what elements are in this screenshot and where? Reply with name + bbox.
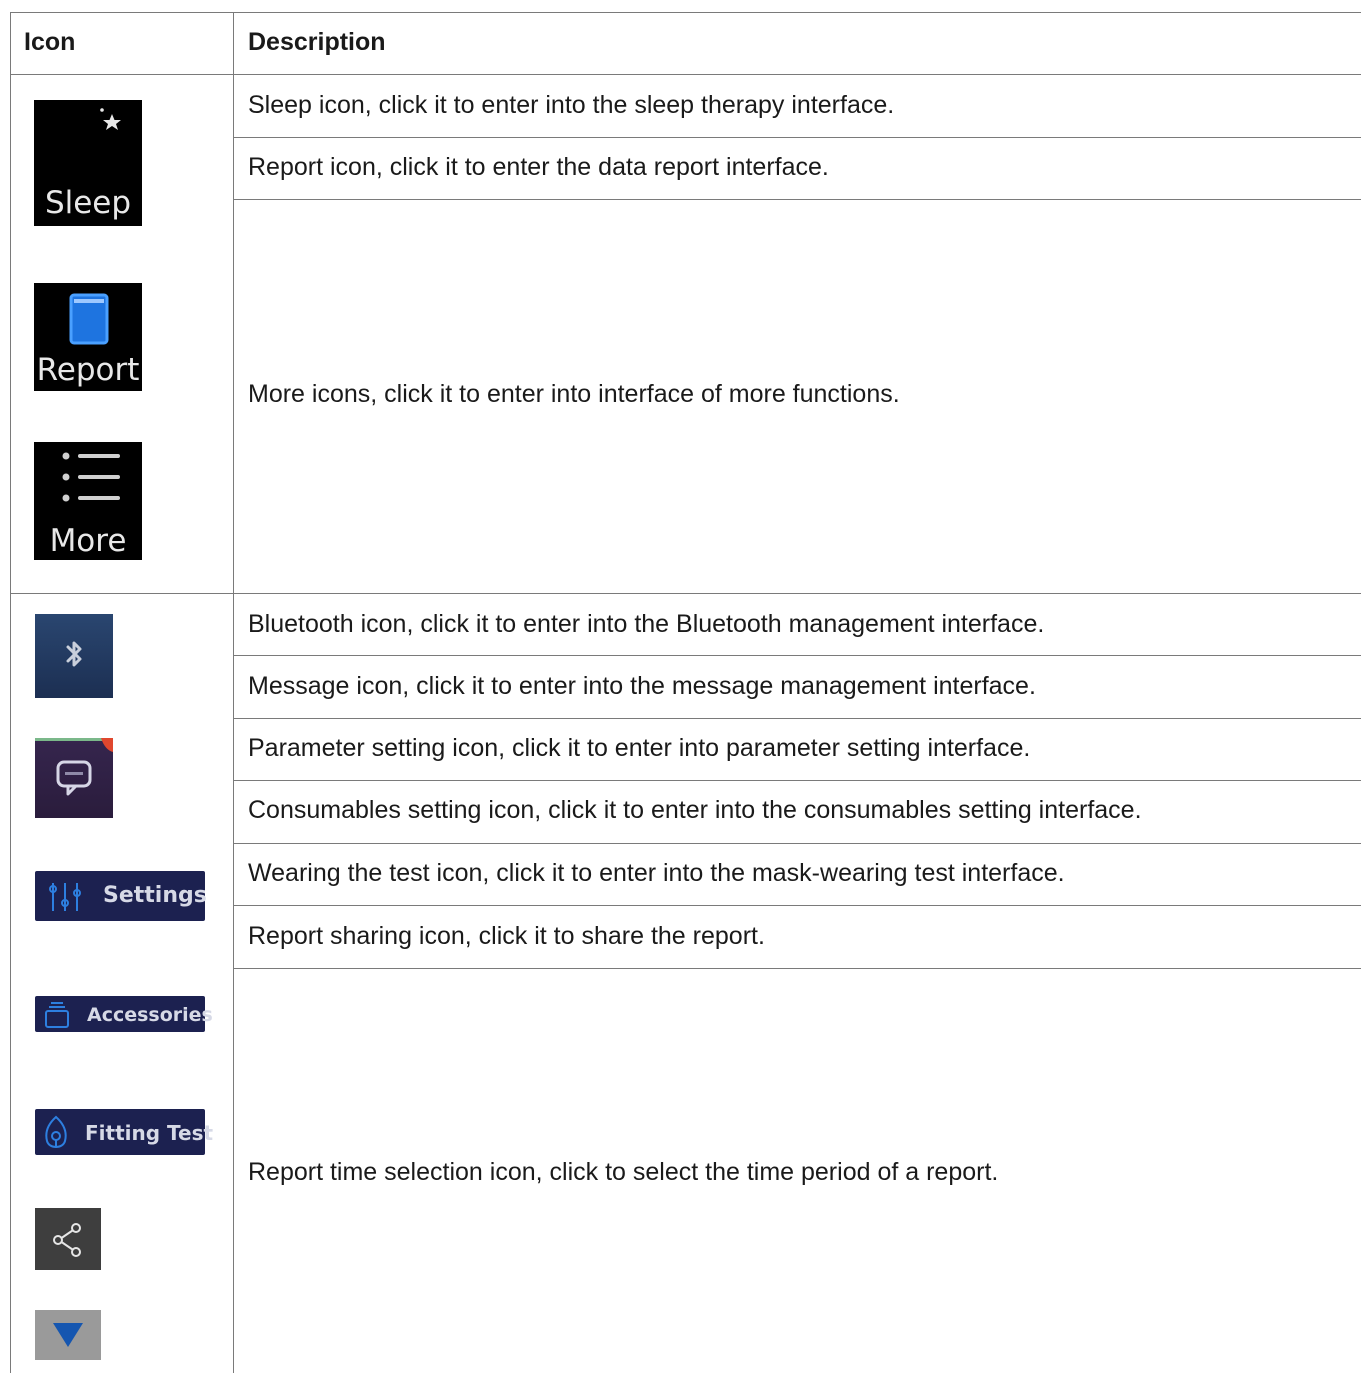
row-separator: [233, 655, 1361, 656]
accessories-icon: [45, 1002, 69, 1028]
more-icon-tile[interactable]: More: [34, 442, 142, 560]
list-menu-icon: [62, 452, 120, 502]
row-separator: [233, 843, 1361, 844]
header-bottom-border: [10, 74, 1361, 75]
share-button[interactable]: [35, 1208, 101, 1270]
fitting-test-label: Fitting Test: [85, 1121, 214, 1145]
fitting-test-icon: [45, 1115, 67, 1148]
table-border-top: [10, 12, 1361, 13]
more-description: More icons, click it to enter into inter…: [248, 380, 900, 408]
parameter-setting-description: Parameter setting icon, click it to ente…: [248, 734, 1031, 762]
row-separator: [233, 905, 1361, 906]
column-divider: [233, 12, 234, 1373]
column-header-description: Description: [248, 28, 386, 56]
settings-button[interactable]: Settings: [35, 871, 207, 921]
row-separator: [233, 780, 1361, 781]
time-selection-dropdown[interactable]: [35, 1310, 101, 1360]
report-label: Report: [36, 352, 140, 388]
moon-stars-icon: [76, 108, 122, 167]
sleep-icon-tile[interactable]: Sleep: [34, 100, 142, 226]
row-separator: [233, 968, 1361, 969]
bluetooth-icon: [66, 641, 82, 667]
table-border-left-lower: [10, 593, 11, 1373]
sleep-label: Sleep: [44, 185, 132, 221]
sliders-icon: [49, 883, 81, 911]
sleep-description: Sleep icon, click it to enter into the s…: [248, 91, 895, 119]
row-separator: [233, 718, 1361, 719]
message-icon-tile[interactable]: [35, 738, 113, 818]
report-window-icon: [69, 293, 109, 345]
fitting-test-button[interactable]: Fitting Test: [35, 1109, 213, 1155]
share-icon: [53, 1223, 81, 1257]
report-time-selection-description: Report time selection icon, click to sel…: [248, 1158, 999, 1186]
message-icon: [56, 738, 113, 796]
row-separator: [233, 199, 1361, 200]
accessories-button[interactable]: Accessories: [35, 996, 213, 1032]
accessories-label: Accessories: [87, 1004, 213, 1026]
group-divider: [10, 593, 1361, 594]
table-border-left: [10, 12, 11, 594]
row-separator: [233, 137, 1361, 138]
settings-label: Settings: [103, 883, 207, 908]
triangle-down-icon: [53, 1323, 83, 1347]
bluetooth-description: Bluetooth icon, click it to enter into t…: [248, 610, 1045, 638]
more-label: More: [49, 523, 127, 559]
bluetooth-icon-tile[interactable]: [35, 614, 113, 698]
report-icon-tile[interactable]: Report: [34, 283, 142, 391]
report-description: Report icon, click it to enter the data …: [248, 153, 829, 181]
wearing-test-description: Wearing the test icon, click it to enter…: [248, 859, 1065, 887]
consumables-setting-description: Consumables setting icon, click it to en…: [248, 796, 1142, 824]
report-sharing-description: Report sharing icon, click it to share t…: [248, 922, 765, 950]
column-header-icon: Icon: [24, 28, 76, 56]
message-description: Message icon, click it to enter into the…: [248, 672, 1036, 700]
